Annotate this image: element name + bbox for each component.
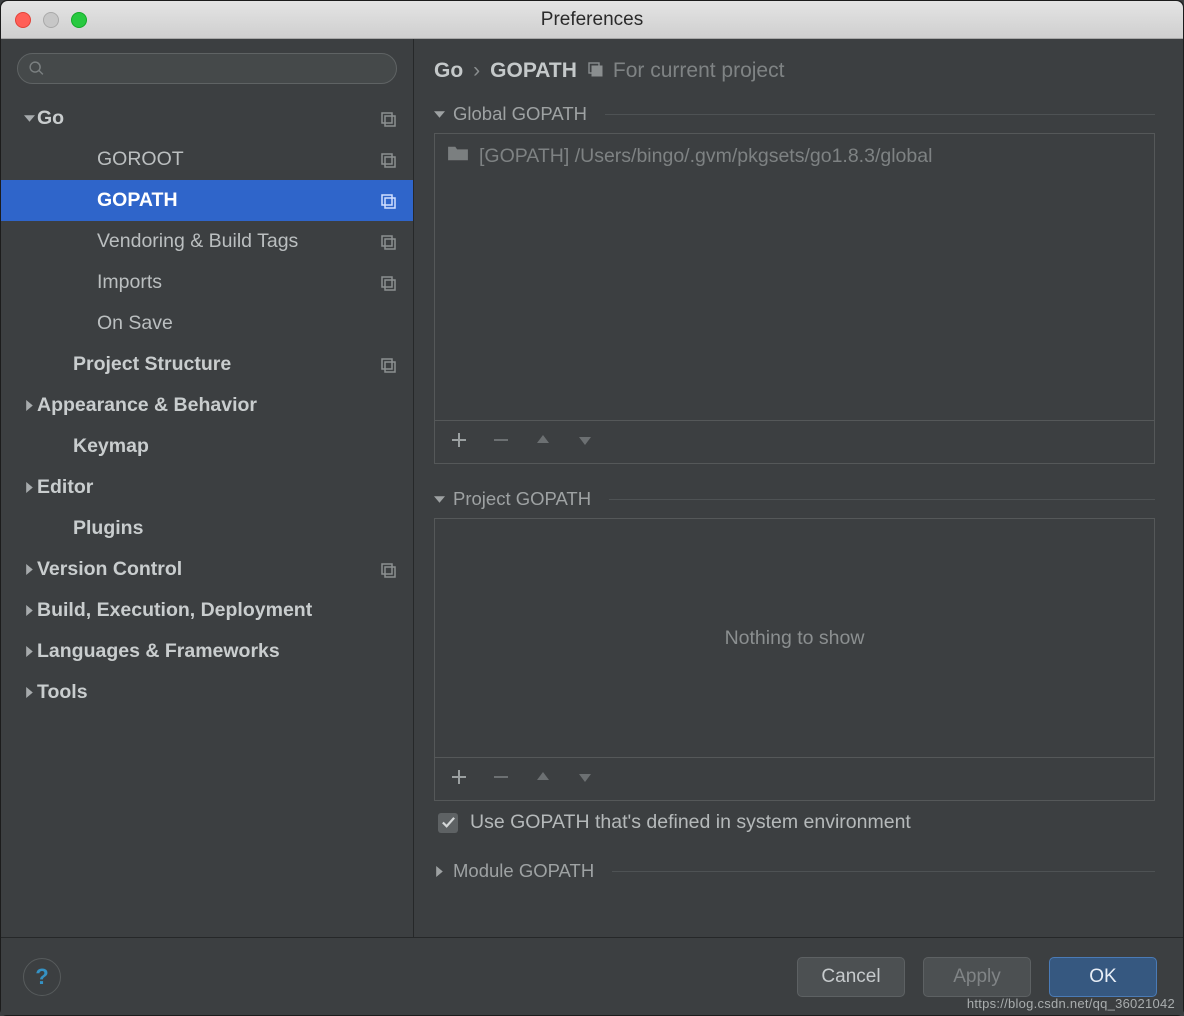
sidebar-item-label: GOPATH <box>97 189 379 212</box>
folder-icon <box>447 144 469 168</box>
checkbox-icon <box>438 813 458 833</box>
window-title: Preferences <box>1 9 1183 31</box>
scope-indicator-icon <box>379 233 397 251</box>
scope-indicator-icon <box>379 561 397 579</box>
sidebar-item-label: GOROOT <box>97 148 379 171</box>
sidebar-item-tools[interactable]: Tools <box>1 672 413 713</box>
scope-indicator-icon <box>379 356 397 374</box>
list-item-label: [GOPATH] /Users/bingo/.gvm/pkgsets/go1.8… <box>479 145 932 168</box>
remove-button[interactable] <box>493 431 509 453</box>
chevron-right-icon <box>21 564 37 575</box>
settings-tree: Go GOROOT GOPATH Vendoring & Build Tags Impo… <box>1 92 413 713</box>
sidebar-item-on-save[interactable]: On Save <box>1 303 413 344</box>
chevron-right-icon <box>21 605 37 616</box>
section-title: Project GOPATH <box>453 488 591 510</box>
sidebar-item-vendoring-build-tags[interactable]: Vendoring & Build Tags <box>1 221 413 262</box>
breadcrumb-root: Go <box>434 59 463 83</box>
breadcrumb-sep: › <box>473 59 480 83</box>
project-gopath-toolbar <box>434 758 1155 801</box>
sidebar-item-goroot[interactable]: GOROOT <box>1 139 413 180</box>
section-title: Global GOPATH <box>453 103 587 125</box>
preferences-sidebar: Go GOROOT GOPATH Vendoring & Build Tags Impo… <box>1 39 414 937</box>
global-gopath-list[interactable]: [GOPATH] /Users/bingo/.gvm/pkgsets/go1.8… <box>434 133 1155 421</box>
move-up-button[interactable] <box>535 768 551 790</box>
chevron-right-icon <box>434 866 445 877</box>
sidebar-item-label: Tools <box>37 681 397 704</box>
settings-panel: Go › GOPATH For current project Global G… <box>414 39 1183 937</box>
section-title: Module GOPATH <box>453 860 594 882</box>
ok-button[interactable]: OK <box>1049 957 1157 997</box>
help-button[interactable]: ? <box>23 958 61 996</box>
chevron-right-icon <box>21 687 37 698</box>
scope-indicator-icon <box>379 192 397 210</box>
sidebar-item-label: Version Control <box>37 558 379 581</box>
add-button[interactable] <box>451 431 467 453</box>
sidebar-item-label: Build, Execution, Deployment <box>37 599 397 622</box>
empty-text: Nothing to show <box>725 627 865 650</box>
chevron-down-icon <box>434 494 445 505</box>
chevron-down-icon <box>434 109 445 120</box>
search-input[interactable] <box>17 53 397 84</box>
checkbox-label: Use GOPATH that's defined in system envi… <box>470 811 911 834</box>
breadcrumb: Go › GOPATH For current project <box>434 55 1155 101</box>
sidebar-item-appearance-behavior[interactable]: Appearance & Behavior <box>1 385 413 426</box>
sidebar-item-project-structure[interactable]: Project Structure <box>1 344 413 385</box>
add-button[interactable] <box>451 768 467 790</box>
sidebar-item-label: On Save <box>97 312 397 335</box>
sidebar-item-label: Plugins <box>73 517 397 540</box>
sidebar-item-languages-frameworks[interactable]: Languages & Frameworks <box>1 631 413 672</box>
sidebar-item-imports[interactable]: Imports <box>1 262 413 303</box>
apply-button[interactable]: Apply <box>923 957 1031 997</box>
sidebar-item-plugins[interactable]: Plugins <box>1 508 413 549</box>
chevron-down-icon <box>21 113 37 124</box>
sidebar-item-version-control[interactable]: Version Control <box>1 549 413 590</box>
remove-button[interactable] <box>493 768 509 790</box>
scope-indicator-icon <box>379 110 397 128</box>
sidebar-item-go[interactable]: Go <box>1 98 413 139</box>
chevron-right-icon <box>21 646 37 657</box>
window-titlebar: Preferences <box>1 1 1183 39</box>
sidebar-item-editor[interactable]: Editor <box>1 467 413 508</box>
breadcrumb-scope: For current project <box>613 59 785 83</box>
sidebar-item-label: Appearance & Behavior <box>37 394 397 417</box>
section-global-gopath-header[interactable]: Global GOPATH <box>434 103 1155 125</box>
global-gopath-toolbar <box>434 421 1155 464</box>
sidebar-item-label: Project Structure <box>73 353 379 376</box>
sidebar-item-label: Vendoring & Build Tags <box>97 230 379 253</box>
scope-indicator-icon <box>379 274 397 292</box>
section-module-gopath-header[interactable]: Module GOPATH <box>434 860 1155 882</box>
search-icon <box>28 60 45 77</box>
section-project-gopath-header[interactable]: Project GOPATH <box>434 488 1155 510</box>
move-down-button[interactable] <box>577 431 593 453</box>
breadcrumb-current: GOPATH <box>490 59 577 83</box>
project-gopath-list[interactable]: Nothing to show <box>434 518 1155 758</box>
chevron-right-icon <box>21 400 37 411</box>
sidebar-item-label: Imports <box>97 271 379 294</box>
chevron-right-icon <box>21 482 37 493</box>
use-system-gopath-checkbox[interactable]: Use GOPATH that's defined in system envi… <box>434 801 1155 844</box>
sidebar-item-label: Editor <box>37 476 397 499</box>
sidebar-item-build-execution-deployment[interactable]: Build, Execution, Deployment <box>1 590 413 631</box>
watermark: https://blog.csdn.net/qq_36021042 <box>967 996 1175 1011</box>
sidebar-item-label: Go <box>37 107 379 130</box>
scope-icon <box>587 59 603 83</box>
scope-indicator-icon <box>379 151 397 169</box>
sidebar-item-gopath[interactable]: GOPATH <box>1 180 413 221</box>
sidebar-item-label: Keymap <box>73 435 397 458</box>
move-up-button[interactable] <box>535 431 551 453</box>
sidebar-item-label: Languages & Frameworks <box>37 640 397 663</box>
sidebar-item-keymap[interactable]: Keymap <box>1 426 413 467</box>
list-item[interactable]: [GOPATH] /Users/bingo/.gvm/pkgsets/go1.8… <box>435 134 1154 178</box>
move-down-button[interactable] <box>577 768 593 790</box>
cancel-button[interactable]: Cancel <box>797 957 905 997</box>
